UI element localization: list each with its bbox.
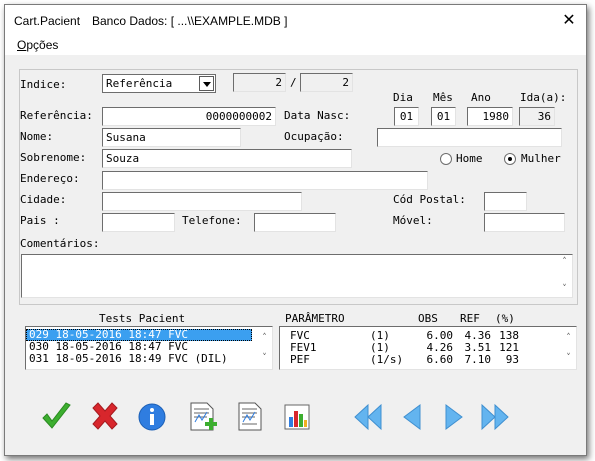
param-ref: 7.10: [464, 353, 492, 366]
check-icon: [42, 402, 71, 429]
telefone-label: Telefone:: [182, 214, 242, 227]
database-label: Banco Dados: [ ...\\EXAMPLE.MDB ]: [92, 14, 288, 28]
data-nasc-label: Data Nasc:: [284, 109, 351, 122]
ocupacao-label: Ocupação:: [284, 130, 344, 143]
scroll-down-icon[interactable]: ˅: [260, 354, 269, 363]
previous-record-icon: [403, 404, 421, 430]
scroll-up-icon[interactable]: ˄: [564, 334, 573, 343]
comentarios-label: Comentários:: [20, 237, 100, 250]
nome-field[interactable]: Susana: [102, 128, 241, 147]
record-total: 2: [300, 73, 353, 92]
param-pct: 93: [505, 353, 519, 366]
params-row: FVC (1) 6.00 4.36 138: [290, 329, 570, 342]
ano-field[interactable]: 1980: [467, 107, 513, 126]
params-row: PEF (1/s) 6.60 7.10 93: [290, 353, 570, 366]
scroll-down-icon[interactable]: ˅: [564, 354, 573, 363]
menu-opcoes-mnemonic: O: [17, 38, 27, 52]
pais-field[interactable]: [102, 213, 175, 232]
indice-label: Indice:: [20, 78, 67, 91]
patient-window: Cart.Pacient Banco Dados: [ ...\\EXAMPLE…: [4, 4, 587, 456]
params-scrollbar[interactable]: ˄ ˅: [562, 327, 576, 369]
idade-field: 36: [519, 107, 555, 126]
indice-select-value: Referência: [106, 77, 173, 90]
tests-header: Tests Pacient: [99, 312, 186, 325]
cod-postal-field[interactable]: [484, 192, 527, 211]
ocupacao-field[interactable]: [377, 128, 562, 147]
comentarios-field[interactable]: ˄ ˅: [21, 254, 573, 298]
menu-opcoes-label: pções: [26, 38, 59, 52]
dia-header: Dia: [393, 91, 413, 104]
cidade-label: Cidade:: [20, 193, 67, 206]
next-record-button[interactable]: [437, 400, 471, 434]
sex-home-radio[interactable]: [440, 153, 452, 165]
param-obs: 6.60: [426, 353, 454, 366]
scroll-down-icon[interactable]: ˅: [560, 285, 569, 294]
menu-bar: Opções: [5, 35, 586, 55]
pct-header: (%): [495, 312, 515, 325]
first-record-button[interactable]: [352, 400, 386, 434]
chart-icon: [284, 404, 310, 430]
previous-record-button[interactable]: [395, 400, 429, 434]
param-unit: (1/s): [370, 353, 404, 366]
sex-mulher-radio[interactable]: [504, 153, 516, 165]
chevron-down-icon: [199, 76, 214, 91]
new-document-icon: [190, 402, 217, 431]
first-record-icon: [354, 403, 382, 431]
params-row: FEV1 (1) 4.26 3.51 121: [290, 341, 570, 354]
pais-label: Pais :: [20, 214, 60, 227]
title-bar: Cart.Pacient Banco Dados: [ ...\\EXAMPLE…: [5, 5, 586, 35]
param-header: PARÂMETRO: [285, 312, 345, 325]
mes-field[interactable]: 01: [431, 107, 456, 126]
referencia-label: Referência:: [20, 109, 93, 122]
idade-header: Ida(a):: [520, 91, 567, 104]
sex-home-label: Home: [456, 152, 483, 165]
record-current: 2: [233, 73, 286, 92]
last-record-icon: [481, 403, 509, 431]
info-button[interactable]: [135, 400, 169, 434]
ano-header: Ano: [471, 91, 491, 104]
delete-button[interactable]: [88, 400, 122, 434]
scroll-up-icon[interactable]: ˄: [560, 258, 569, 267]
param-name: PEF: [290, 353, 310, 366]
mes-header: Mês: [433, 91, 453, 104]
scroll-up-icon[interactable]: ˄: [260, 334, 269, 343]
report-button[interactable]: [233, 400, 267, 434]
obs-header: OBS: [418, 312, 438, 325]
document-icon: [238, 402, 262, 431]
tests-scrollbar[interactable]: ˄ ˅: [258, 327, 272, 369]
delete-x-icon: [92, 402, 118, 430]
ref-header: REF: [460, 312, 480, 325]
close-icon: ✕: [562, 10, 576, 29]
comentarios-scrollbar[interactable]: ˄ ˅: [558, 255, 572, 297]
menu-opcoes[interactable]: Opções: [17, 38, 58, 52]
movel-field[interactable]: [484, 213, 565, 232]
next-record-icon: [445, 404, 463, 430]
last-record-button[interactable]: [477, 400, 511, 434]
movel-label: Móvel:: [393, 214, 433, 227]
referencia-field[interactable]: 0000000002: [102, 107, 276, 126]
dia-field[interactable]: 01: [394, 107, 419, 126]
confirm-button[interactable]: [39, 400, 73, 434]
cod-postal-label: Cód Postal:: [393, 193, 466, 206]
sobrenome-field[interactable]: Souza: [102, 149, 352, 168]
window-title: Cart.Pacient: [14, 14, 81, 28]
tests-list[interactable]: 029 18-05-2016 18:47 FVC 030 18-05-2016 …: [25, 326, 273, 370]
test-row[interactable]: 031 18-05-2016 18:49 FVC (DIL): [26, 353, 272, 365]
nome-label: Nome:: [20, 130, 54, 143]
endereco-label: Endereço:: [20, 172, 80, 185]
new-test-button[interactable]: [185, 400, 219, 434]
sex-mulher-label: Mulher: [521, 152, 561, 165]
telefone-field[interactable]: [254, 213, 336, 232]
indice-select[interactable]: Referência: [102, 74, 216, 93]
params-table[interactable]: FVC (1) 6.00 4.36 138 FEV1 (1) 4.26 3.51…: [279, 326, 577, 370]
close-button[interactable]: ✕: [558, 10, 580, 30]
record-separator: /: [290, 76, 297, 89]
endereco-field[interactable]: [102, 171, 428, 190]
chart-button[interactable]: [281, 400, 315, 434]
sobrenome-label: Sobrenome:: [20, 151, 87, 164]
info-icon: [138, 403, 166, 431]
cidade-field[interactable]: [102, 192, 302, 211]
